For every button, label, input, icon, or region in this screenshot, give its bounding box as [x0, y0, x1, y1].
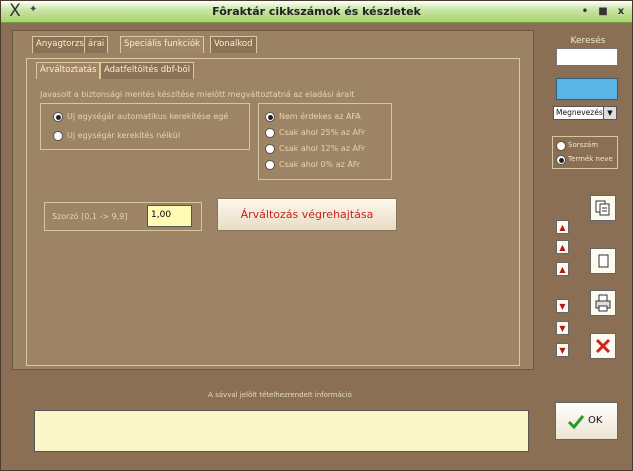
- multiplier-label: Szorzó [0,1 -> 9,9]: [52, 212, 128, 221]
- tab-specialis-funkciok[interactable]: Speciális funkciók: [120, 36, 204, 53]
- chevron-down-icon[interactable]: ▼: [603, 107, 616, 119]
- vat-label-any: Nem érdekes az ÁFA: [279, 112, 361, 121]
- tab-arai[interactable]: árai: [84, 36, 109, 53]
- close-icon[interactable]: x: [613, 5, 629, 19]
- ok-label: OK: [588, 415, 603, 426]
- delete-button[interactable]: [590, 333, 616, 359]
- rounding-label-none: Uj egységár kerekítés nélkül: [67, 131, 181, 140]
- info-label: A sávval jelölt tételhezrendelt informác…: [208, 391, 352, 399]
- checkmark-icon: [567, 415, 585, 430]
- rounding-label-auto: Uj egységár automatikus kerekítése egé: [67, 112, 229, 121]
- maximize-icon[interactable]: ■: [595, 5, 611, 19]
- subtab-adatfeltoltes[interactable]: Adatfeltöltés dbf-böl: [100, 62, 195, 79]
- color-indicator: [556, 78, 618, 100]
- sort-label-termek-neve: Termék neve: [568, 155, 613, 163]
- print-button[interactable]: [590, 290, 616, 316]
- search-field-value: Megnevezés: [556, 108, 603, 117]
- rounding-group: [40, 103, 250, 150]
- vat-radio-any[interactable]: [265, 112, 275, 122]
- info-box: [34, 410, 529, 452]
- copy-icon: [595, 200, 610, 216]
- printer-icon: [595, 294, 611, 312]
- search-title: Keresés: [570, 36, 606, 46]
- vat-label-12: Csak ahol 12% az ÁFr: [279, 144, 366, 153]
- minimize-icon[interactable]: •: [577, 5, 593, 19]
- sub-tabs: Árváltoztatás Adatfeltöltés dbf-böl: [36, 62, 236, 79]
- ok-button[interactable]: OK: [555, 402, 618, 440]
- search-field-select[interactable]: Megnevezés ▼: [553, 106, 617, 120]
- nav-page-down-button[interactable]: ▼: [556, 321, 569, 335]
- search-input[interactable]: [556, 48, 618, 66]
- backup-hint: Javasolt a biztonsági mentés készítése m…: [40, 90, 355, 99]
- nav-page-up-button[interactable]: ▲: [556, 240, 569, 254]
- nav-first-button[interactable]: ▲: [556, 220, 569, 234]
- rounding-radio-auto[interactable]: [53, 112, 63, 122]
- tab-anyagtorzs[interactable]: Anyagtorzs: [32, 36, 88, 53]
- nav-down-button[interactable]: ▼: [556, 299, 569, 313]
- delete-x-icon: [595, 338, 611, 354]
- rounding-radio-none[interactable]: [53, 131, 63, 141]
- execute-price-change-button[interactable]: Árváltozás végrehajtása: [217, 198, 397, 231]
- sort-radio-termek-neve[interactable]: [556, 155, 566, 165]
- vat-label-25: Csak ahol 25% az ÁFr: [279, 128, 366, 137]
- subtab-arvaltoztatas[interactable]: Árváltoztatás: [36, 62, 101, 79]
- sort-label-sorszam: Sorszám: [568, 141, 599, 149]
- vat-radio-25[interactable]: [265, 128, 275, 138]
- main-tabs: Anyagtorzs árai Speciális funkciók Vonal…: [32, 36, 332, 53]
- vat-radio-12[interactable]: [265, 144, 275, 154]
- new-record-button[interactable]: [590, 248, 616, 274]
- nav-up-button[interactable]: ▲: [556, 262, 569, 276]
- nav-last-button[interactable]: ▼: [556, 343, 569, 357]
- window-title: Fôraktár cikkszámok és készletek: [212, 5, 421, 18]
- copy-button[interactable]: [590, 195, 616, 221]
- blank-page-icon: [598, 254, 609, 268]
- title-bar[interactable]: X ✦ Fôraktár cikkszámok és készletek • ■…: [1, 1, 632, 23]
- sort-radio-sorszam[interactable]: [556, 141, 566, 151]
- vat-radio-0[interactable]: [265, 160, 275, 170]
- tab-vonalkod[interactable]: Vonalkod: [210, 36, 257, 53]
- vat-label-0: Csak ahol 0% az ÁFr: [279, 160, 361, 169]
- multiplier-input[interactable]: 1,00: [147, 205, 192, 227]
